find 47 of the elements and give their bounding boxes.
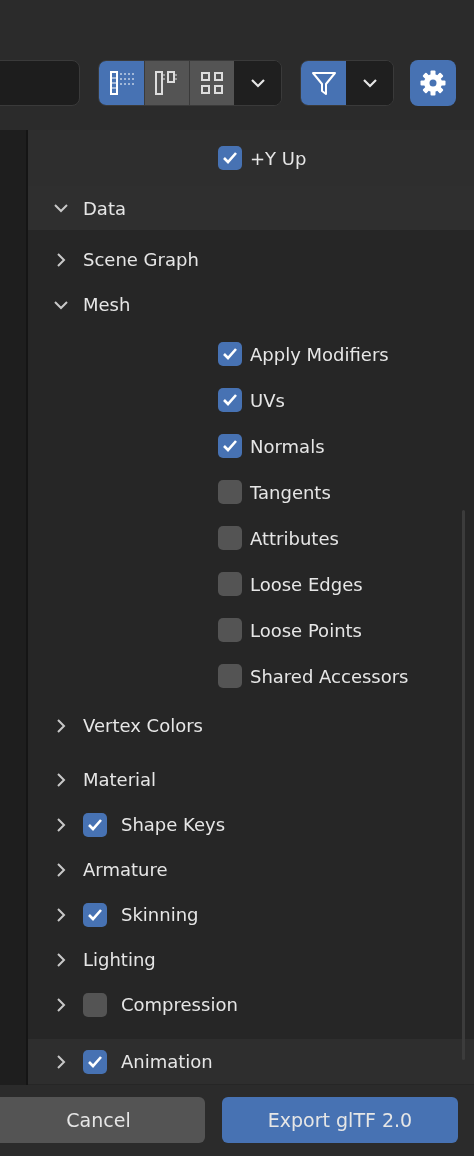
panel-header[interactable]: Animation <box>28 1039 474 1084</box>
checkbox[interactable] <box>218 572 242 596</box>
checkbox[interactable] <box>218 526 242 550</box>
list-view-icon <box>107 69 136 97</box>
settings-button[interactable] <box>410 60 456 106</box>
option-label: Shared Accessors <box>250 664 409 689</box>
option-label: Attributes <box>250 526 339 551</box>
panel-header[interactable]: Compression <box>28 982 474 1027</box>
filter-icon <box>309 69 338 97</box>
panel-header[interactable]: Vertex Colors <box>28 703 474 748</box>
view-mode-toggle-group[interactable] <box>98 60 282 106</box>
panel-header[interactable]: Data <box>28 186 474 230</box>
option-label: Loose Points <box>250 618 362 643</box>
panel-header[interactable]: Scene Graph <box>28 237 474 282</box>
option-label: UVs <box>250 388 285 413</box>
checkbox[interactable] <box>218 434 242 458</box>
export-button[interactable]: Export glTF 2.0 <box>222 1097 458 1143</box>
checkbox[interactable] <box>218 664 242 688</box>
checkbox[interactable] <box>83 902 107 927</box>
checkbox[interactable] <box>218 388 242 412</box>
panel-header[interactable]: Armature <box>28 847 474 892</box>
option-label: Normals <box>250 434 325 459</box>
filter-toggle-group[interactable] <box>300 60 394 106</box>
grid-view-icon <box>198 69 226 97</box>
checkbox[interactable] <box>83 1049 107 1074</box>
checkbox[interactable] <box>218 342 242 366</box>
view-mode-button[interactable] <box>144 61 189 105</box>
checkbox[interactable] <box>83 812 107 837</box>
option-label: Loose Edges <box>250 572 363 597</box>
filter-button[interactable] <box>301 61 346 105</box>
checkbox[interactable] <box>218 146 242 170</box>
option-label: Tangents <box>250 480 331 505</box>
cancel-button[interactable]: Cancel <box>0 1097 205 1143</box>
search-field[interactable] <box>0 60 80 106</box>
checkbox[interactable] <box>83 992 107 1017</box>
option-label: +Y Up <box>250 146 307 171</box>
panel-header[interactable]: Mesh <box>28 282 474 327</box>
settings-icon <box>419 69 447 97</box>
checkbox[interactable] <box>218 618 242 642</box>
panel-header[interactable]: Lighting <box>28 937 474 982</box>
view-mode-button[interactable] <box>99 61 144 105</box>
panel-header[interactable]: Skinning <box>28 892 474 937</box>
view-mode-button[interactable] <box>189 61 234 105</box>
panel-header[interactable]: Material <box>28 757 474 802</box>
option-label: Apply Modifiers <box>250 342 389 367</box>
panel-header[interactable]: Shape Keys <box>28 802 474 847</box>
checkbox[interactable] <box>218 480 242 504</box>
